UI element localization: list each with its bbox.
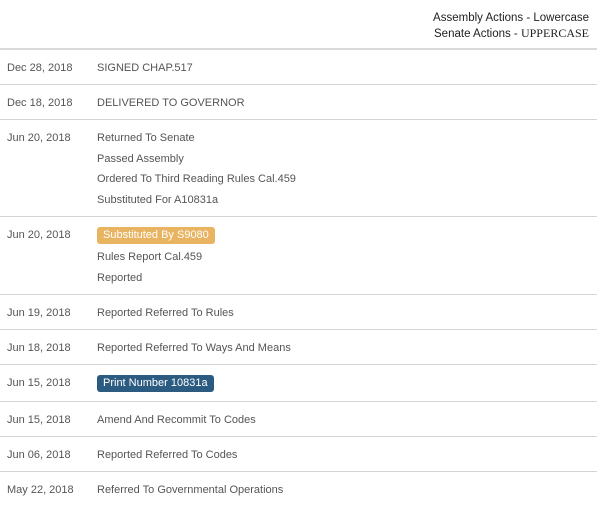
actions-legend: Assembly Actions - Lowercase Senate Acti… bbox=[433, 11, 589, 42]
action-item: Amend And Recommit To Codes bbox=[97, 413, 256, 426]
assembly-legend-label: Assembly Actions - Lowercase bbox=[433, 12, 589, 24]
action-items: Reported Referred To Ways And Means bbox=[97, 341, 597, 355]
action-row: Jun 20, 2018 Substituted By S9080 Rules Re… bbox=[0, 217, 597, 295]
action-item: Reported bbox=[97, 271, 143, 284]
action-date: May 22, 2018 bbox=[7, 483, 74, 496]
action-item: Rules Report Cal.459 bbox=[97, 251, 203, 263]
action-row: Jun 15, 2018 Amend And Recommit To Codes bbox=[0, 402, 597, 437]
action-items: Amend And Recommit To Codes bbox=[97, 413, 597, 427]
action-row: Dec 18, 2018 DELIVERED TO GOVERNOR bbox=[0, 85, 597, 120]
action-items: Substituted By S9080 Rules Report Cal.459… bbox=[97, 226, 597, 285]
action-items: SIGNED CHAP.517 bbox=[97, 61, 597, 75]
action-item: Referred To Governmental Operations bbox=[97, 483, 284, 496]
action-date: Jun 06, 2018 bbox=[7, 448, 71, 461]
action-row: Jun 18, 2018 Reported Referred To Ways An… bbox=[0, 330, 597, 365]
action-row: May 22, 2018 Referred To Governmental Ope… bbox=[0, 472, 597, 506]
action-items: Returned To Senate Passed Assembly Ordered… bbox=[97, 131, 597, 207]
action-item: Reported Referred To Ways And Means bbox=[97, 341, 291, 354]
senate-legend-line: Senate Actions - UPPERCASE bbox=[433, 26, 589, 42]
action-date: Jun 19, 2018 bbox=[7, 306, 71, 319]
action-item: Substituted By S9080 bbox=[97, 226, 597, 244]
action-item: Substituted For A10831a bbox=[97, 193, 219, 206]
action-date: Dec 28, 2018 bbox=[7, 62, 73, 74]
action-row: Jun 15, 2018 Print Number 10831a bbox=[0, 365, 597, 402]
action-date: Jun 20, 2018 bbox=[7, 132, 71, 144]
action-date: Jun 15, 2018 bbox=[7, 413, 71, 426]
substituted-badge: Substituted By S9080 bbox=[97, 226, 215, 244]
action-item: Returned To Senate bbox=[97, 132, 195, 144]
action-items: Reported Referred To Codes bbox=[97, 448, 597, 462]
action-items: DELIVERED TO GOVERNOR bbox=[97, 96, 597, 110]
action-item: Reported Referred To Rules bbox=[97, 306, 234, 319]
action-row: Dec 28, 2018 SIGNED CHAP.517 bbox=[0, 50, 597, 85]
senate-legend-case: UPPERCASE bbox=[520, 26, 589, 40]
action-item: Ordered To Third Reading Rules Cal.459 bbox=[97, 173, 296, 185]
action-item: SIGNED CHAP.517 bbox=[97, 62, 193, 74]
action-item: DELIVERED TO GOVERNOR bbox=[97, 97, 245, 109]
action-items: Reported Referred To Rules bbox=[97, 306, 597, 320]
action-date: Dec 18, 2018 bbox=[7, 97, 73, 109]
action-item: Print Number 10831a bbox=[97, 374, 597, 392]
action-row: Jun 19, 2018 Reported Referred To Rules bbox=[0, 295, 597, 330]
action-row: Jun 20, 2018 Returned To Senate Passed Ass… bbox=[0, 120, 597, 217]
action-item: Passed Assembly bbox=[97, 152, 184, 165]
senate-legend-label: Senate Actions - bbox=[434, 28, 521, 40]
action-row: Jun 06, 2018 Reported Referred To Codes bbox=[0, 437, 597, 472]
action-item: Reported Referred To Codes bbox=[97, 448, 238, 461]
action-items: Print Number 10831a bbox=[97, 374, 597, 392]
print-number-badge: Print Number 10831a bbox=[97, 374, 214, 392]
action-date: Jun 20, 2018 bbox=[7, 228, 71, 241]
action-items: Referred To Governmental Operations bbox=[97, 483, 597, 497]
action-date: Jun 18, 2018 bbox=[7, 341, 71, 354]
actions-list: Dec 28, 2018 SIGNED CHAP.517 Dec 18, 2018 D… bbox=[0, 50, 597, 506]
action-date: Jun 15, 2018 bbox=[7, 376, 71, 389]
